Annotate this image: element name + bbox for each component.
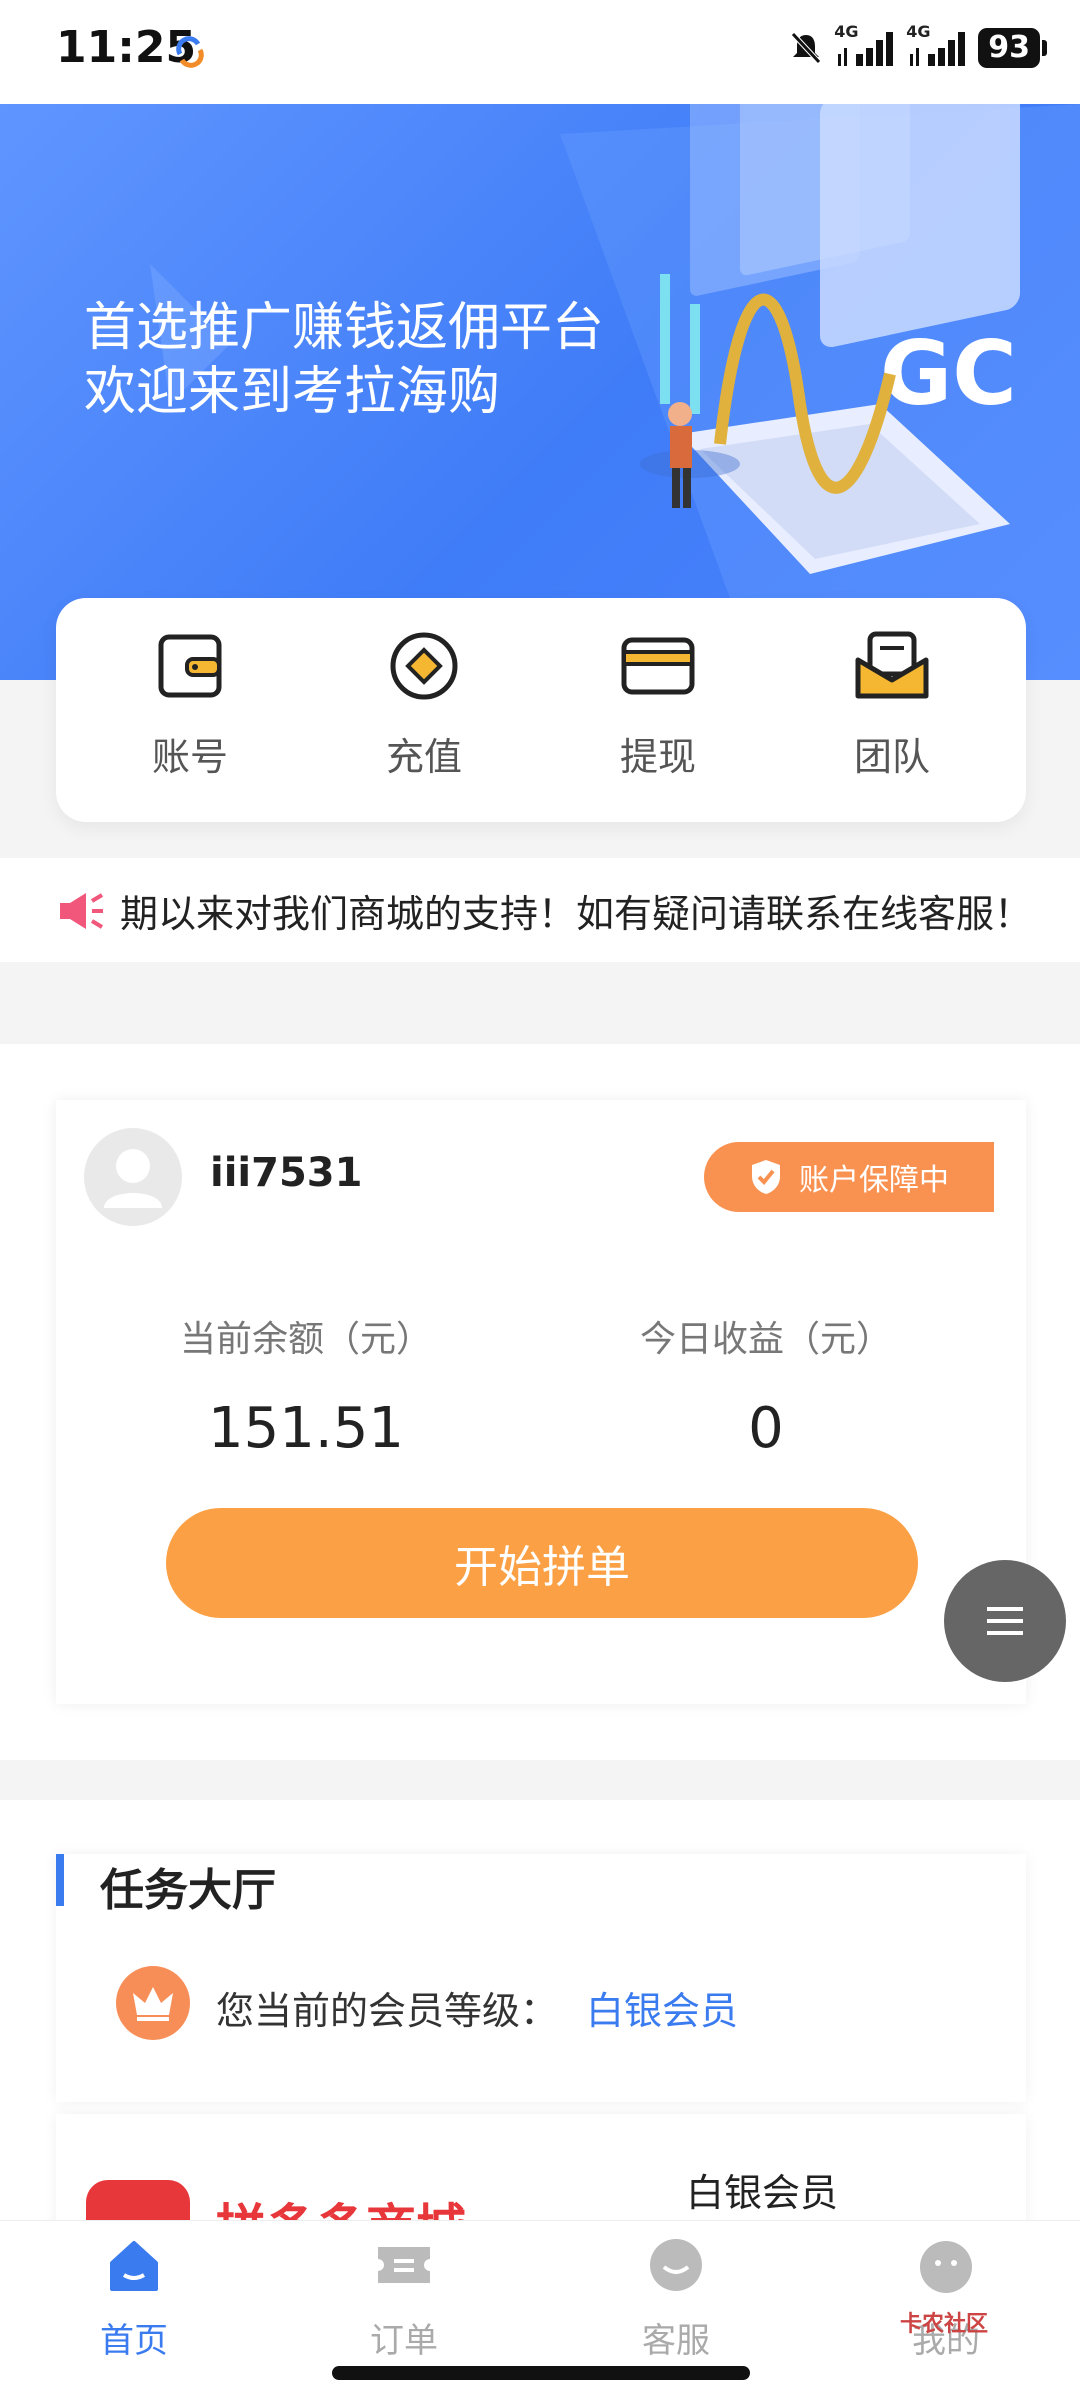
username: iii7531: [210, 1150, 363, 1196]
quick-label-withdraw: 提现: [619, 735, 696, 779]
account-card: iii7531 账户保障中 当前余额（元） 151.51 今日收益（元） 0 开…: [56, 1100, 1026, 1704]
banner-gc-text: GC: [880, 322, 1017, 425]
tab-home-label: 首页: [100, 2321, 168, 2361]
balance-label: 当前余额（元）: [179, 1319, 432, 1360]
balance-stat: 当前余额（元） 151.51: [116, 1310, 496, 1461]
tab-orders-label: 订单: [370, 2321, 438, 2361]
promo-banner[interactable]: GC 首选推广赚钱返佣平台 欢迎来到考拉海购: [0, 104, 1080, 680]
signal-2-icon: 4G: [906, 22, 968, 68]
task-hall-card: 任务大厅 您当前的会员等级： 白银会员: [56, 1854, 1026, 2102]
floating-menu-button[interactable]: [944, 1560, 1066, 1682]
user-avatar-icon: [104, 1149, 162, 1208]
quick-action-recharge[interactable]: 充值: [314, 598, 534, 822]
envelope-icon: [854, 628, 930, 704]
protect-label: 账户保障中: [799, 1163, 949, 1198]
recharge-icon: [386, 628, 462, 704]
quick-label-account: 账号: [151, 735, 228, 779]
avatar[interactable]: [84, 1128, 182, 1226]
section-accent-bar: [56, 1854, 64, 1906]
network-type-2: 4G: [906, 22, 931, 41]
account-protection-badge: 账户保障中: [704, 1142, 994, 1212]
banner-line-2: 欢迎来到考拉海购: [84, 362, 501, 422]
network-type-1: 4G: [834, 22, 859, 41]
profile-face-icon: [920, 2241, 972, 2293]
shield-check-icon: [752, 1160, 780, 1194]
quick-actions: 账号 充值 提现 团队: [56, 598, 1026, 822]
quick-action-team[interactable]: 团队: [782, 598, 1002, 822]
wallet-icon: [152, 628, 228, 704]
quick-label-recharge: 充值: [385, 735, 462, 779]
home-icon: [110, 2241, 158, 2291]
tab-service[interactable]: 客服: [576, 2235, 776, 2362]
ticket-icon: [378, 2247, 430, 2283]
menu-icon: [987, 1607, 1023, 1635]
notice-bar[interactable]: 期以来对我们商城的支持！如有疑问请联系在线客服！: [0, 858, 1080, 962]
quick-action-withdraw[interactable]: 提现: [548, 598, 768, 822]
tab-profile[interactable]: 我的: [846, 2235, 1046, 2362]
card-icon: [620, 628, 696, 704]
today-earnings-label: 今日收益（元）: [639, 1319, 892, 1360]
tab-orders[interactable]: 订单: [304, 2235, 504, 2362]
quick-label-team: 团队: [853, 735, 930, 779]
member-level-label: 您当前的会员等级：: [216, 1989, 559, 2033]
start-order-button[interactable]: 开始拼单: [166, 1508, 918, 1618]
status-icons: 4G 4G 93: [788, 22, 1047, 68]
member-level-value: 白银会员: [586, 1989, 739, 2033]
home-indicator[interactable]: [332, 2366, 750, 2380]
balance-value: 151.51: [208, 1396, 404, 1461]
today-earnings-stat: 今日收益（元） 0: [576, 1310, 956, 1461]
task-hall-title: 任务大厅: [100, 1865, 276, 1916]
banner-title: 首选推广赚钱返佣平台 欢迎来到考拉海购: [84, 296, 604, 424]
app-notification-icon: [176, 36, 204, 68]
banner-line-1: 首选推广赚钱返佣平台: [84, 298, 605, 358]
signal-1-icon: 4G: [834, 22, 896, 68]
today-earnings-value: 0: [748, 1396, 784, 1461]
megaphone-icon: [60, 893, 104, 929]
battery-indicator: 93: [978, 28, 1047, 68]
tab-service-label: 客服: [642, 2321, 710, 2361]
account-section: iii7531 账户保障中 当前余额（元） 151.51 今日收益（元） 0 开…: [0, 1044, 1080, 1760]
watermark: 卡农社区: [900, 2312, 989, 2337]
tab-home[interactable]: 首页: [34, 2235, 234, 2362]
status-bar: 11:25 4G 4G 93: [0, 0, 1080, 104]
product-level: 白银会员: [686, 2171, 839, 2215]
chat-bubble-icon: [650, 2239, 702, 2291]
notice-text: 期以来对我们商城的支持！如有疑问请联系在线客服！: [120, 891, 1033, 936]
mute-bell-icon: [791, 32, 822, 64]
task-hall-section: 任务大厅 您当前的会员等级： 白银会员 拼多多商城 白银会员: [0, 1800, 1080, 2244]
crown-icon: [116, 1966, 190, 2040]
quick-action-account[interactable]: 账号: [80, 598, 300, 822]
